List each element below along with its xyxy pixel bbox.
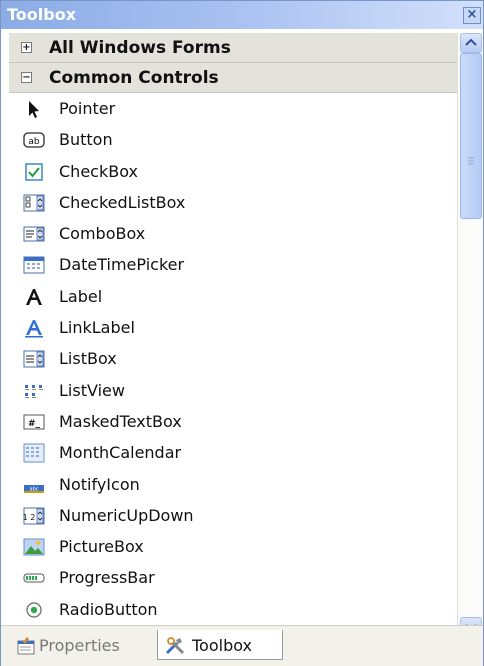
category-common-controls[interactable]: − Common Controls <box>9 63 457 93</box>
scroll-up-button[interactable] <box>460 33 482 53</box>
checkedlistbox-icon <box>23 194 45 212</box>
item-label: MonthCalendar <box>59 443 182 463</box>
item-label: ListView <box>59 380 125 400</box>
window-title: Toolbox <box>7 5 77 24</box>
label-icon <box>26 288 42 305</box>
title-bar[interactable]: Toolbox × <box>1 1 483 29</box>
listbox-icon <box>23 350 45 368</box>
expand-icon[interactable]: + <box>21 42 32 53</box>
numericupdown-icon: 1 2 <box>23 507 45 525</box>
item-label: NumericUpDown <box>59 505 194 525</box>
item-label: PictureBox <box>59 537 144 557</box>
category-label: Common Controls <box>49 68 219 88</box>
item-label: CheckBox <box>59 161 138 181</box>
toolbox-item-picturebox[interactable]: PictureBox <box>9 531 457 562</box>
checkbox-icon <box>25 162 43 181</box>
properties-icon <box>17 637 35 655</box>
toolbox-item-checkedlistbox[interactable]: CheckedListBox <box>9 187 457 218</box>
listview-icon <box>25 384 43 398</box>
pointer-icon <box>29 101 39 118</box>
close-icon: × <box>466 7 478 22</box>
item-label: Pointer <box>59 99 116 118</box>
item-label: RadioButton <box>59 599 158 619</box>
item-label: ComboBox <box>59 224 146 244</box>
item-label: NotifyIcon <box>59 474 140 494</box>
progressbar-icon <box>23 573 45 583</box>
toolbox-item-label[interactable]: Label <box>9 281 457 312</box>
toolbox-item-progressbar[interactable]: ProgressBar <box>9 562 457 593</box>
radiobutton-icon <box>26 602 42 618</box>
tab-properties[interactable]: Properties <box>9 630 157 660</box>
item-label: LinkLabel <box>59 318 135 338</box>
category-label: All Windows Forms <box>49 38 231 58</box>
item-label: ProgressBar <box>59 568 155 588</box>
numericupdown-icon-text: 1 2 <box>23 513 35 522</box>
item-label: Button <box>59 130 113 150</box>
linklabel-icon <box>25 320 43 338</box>
vertical-scrollbar[interactable] <box>457 33 483 639</box>
button-icon: ab <box>23 132 45 148</box>
grip-icon <box>468 157 474 165</box>
close-button[interactable]: × <box>463 7 481 24</box>
picturebox-icon <box>23 538 45 556</box>
maskedtextbox-icon: #_ <box>23 414 45 430</box>
item-label: Label <box>59 286 103 306</box>
toolbox-item-datetimepicker[interactable]: DateTimePicker <box>9 249 457 280</box>
tab-toolbox[interactable]: Toolbox <box>157 630 283 660</box>
toolbox-item-combobox[interactable]: ComboBox <box>9 218 457 249</box>
button-icon-text: ab <box>28 137 40 147</box>
panel-tab-bar: Properties Toolbox <box>1 625 483 666</box>
toolbox-item-checkbox[interactable]: CheckBox <box>9 156 457 187</box>
item-label: MaskedTextBox <box>59 411 182 431</box>
toolbox-item-listbox[interactable]: ListBox <box>9 343 457 374</box>
toolbox-item-linklabel[interactable]: LinkLabel <box>9 312 457 343</box>
item-label: DateTimePicker <box>59 255 185 275</box>
maskedtextbox-icon-text: #_ <box>28 419 41 429</box>
category-all-windows-forms[interactable]: + All Windows Forms <box>9 33 457 63</box>
toolbox-item-maskedtextbox[interactable]: #_ MaskedTextBox <box>9 406 457 437</box>
toolbox-icon <box>165 637 185 655</box>
item-label: CheckedListBox <box>59 192 186 212</box>
tab-label: Toolbox <box>192 636 252 655</box>
toolbox-item-numericupdown[interactable]: 1 2 NumericUpDown <box>9 500 457 531</box>
item-label: ListBox <box>59 349 117 369</box>
toolbox-item-button[interactable]: ab Button <box>9 124 457 155</box>
toolbox-window: Toolbox × + All Windows Forms − Common C… <box>0 0 484 666</box>
toolbox-item-pointer[interactable]: Pointer <box>9 93 457 124</box>
toolbox-item-listview[interactable]: ListView <box>9 375 457 406</box>
notifyicon-icon-text: abc <box>30 486 39 492</box>
tab-label: Properties <box>39 636 120 655</box>
toolbox-item-radiobutton[interactable]: RadioButton <box>9 594 457 625</box>
scroll-thumb[interactable] <box>460 53 482 219</box>
monthcalendar-icon <box>23 443 45 463</box>
toolbox-list: + All Windows Forms − Common Controls Po… <box>9 33 457 625</box>
datetimepicker-icon <box>23 256 45 274</box>
notifyicon-icon: abc <box>24 484 44 493</box>
collapse-icon[interactable]: − <box>21 72 32 83</box>
chevron-up-icon <box>465 38 477 46</box>
toolbox-item-monthcalendar[interactable]: MonthCalendar <box>9 437 457 468</box>
toolbox-item-notifyicon[interactable]: abc NotifyIcon <box>9 469 457 500</box>
combobox-icon <box>23 226 45 242</box>
